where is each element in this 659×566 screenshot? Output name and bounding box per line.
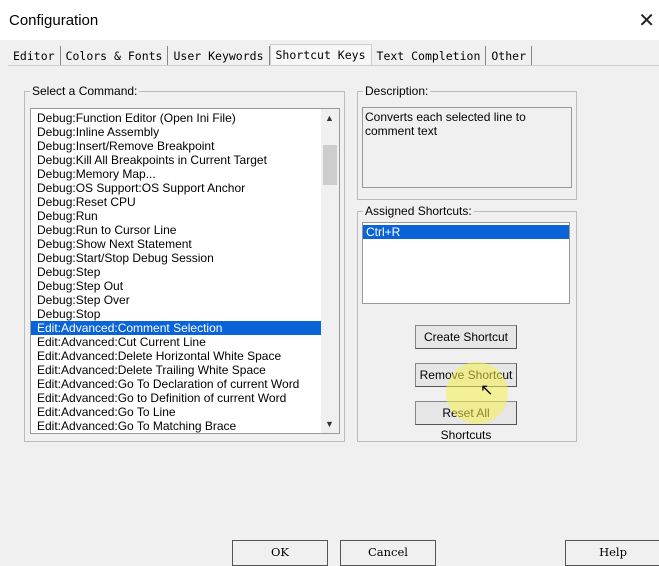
- close-icon[interactable]: ✕: [638, 8, 655, 33]
- tab-editor[interactable]: Editor: [8, 46, 61, 66]
- list-item[interactable]: Debug:Step Over: [31, 293, 321, 307]
- scroll-thumb[interactable]: [323, 145, 337, 185]
- assigned-label: Assigned Shortcuts:: [365, 204, 472, 218]
- cursor-icon: ↖: [480, 382, 494, 399]
- command-list[interactable]: Debug:Function Editor (Open Ini File) Deb…: [30, 108, 340, 434]
- list-item[interactable]: Edit:Advanced:Delete Horizontal White Sp…: [31, 349, 321, 363]
- list-item[interactable]: Edit:Advanced:Comment Selection: [31, 321, 321, 335]
- list-item[interactable]: Debug:Memory Map...: [31, 167, 321, 181]
- ok-button[interactable]: OK: [232, 540, 328, 566]
- list-item[interactable]: Debug:Run to Cursor Line: [31, 223, 321, 237]
- window-title: Configuration: [9, 12, 99, 29]
- create-shortcut-button[interactable]: Create Shortcut: [415, 325, 517, 349]
- list-item[interactable]: Debug:OS Support:OS Support Anchor: [31, 181, 321, 195]
- list-item[interactable]: Edit:Advanced:Go To Matching Brace: [31, 419, 321, 433]
- list-item[interactable]: Debug:Start/Stop Debug Session: [31, 251, 321, 265]
- assigned-list[interactable]: Ctrl+R: [362, 222, 570, 304]
- list-item[interactable]: Debug:Show Next Statement: [31, 237, 321, 251]
- tab-colors-fonts[interactable]: Colors & Fonts: [61, 46, 169, 66]
- scroll-up-icon[interactable]: ▲: [325, 113, 334, 123]
- tab-text-completion[interactable]: Text Completion: [372, 46, 487, 66]
- cursor-highlight: [446, 362, 508, 424]
- list-item[interactable]: Edit:Advanced:Go to Definition of curren…: [31, 391, 321, 405]
- description-text: Converts each selected line to comment t…: [362, 107, 572, 188]
- list-item[interactable]: Edit:Advanced:Go To Declaration of curre…: [31, 377, 321, 391]
- list-item[interactable]: Debug:Insert/Remove Breakpoint: [31, 139, 321, 153]
- scroll-down-icon[interactable]: ▼: [325, 419, 334, 429]
- tab-bar: Editor Colors & Fonts User Keywords Shortcu…: [8, 44, 532, 66]
- list-item[interactable]: Debug:Function Editor (Open Ini File): [31, 111, 321, 125]
- list-item[interactable]: Ctrl+R: [363, 225, 569, 239]
- list-item[interactable]: Debug:Step Out: [31, 279, 321, 293]
- list-item[interactable]: Debug:Run: [31, 209, 321, 223]
- help-button[interactable]: Help: [565, 540, 659, 566]
- list-item[interactable]: Debug:Stop: [31, 307, 321, 321]
- list-item[interactable]: Edit:Advanced:Cut Current Line: [31, 335, 321, 349]
- list-item[interactable]: Debug:Reset CPU: [31, 195, 321, 209]
- tab-shortcut-keys[interactable]: Shortcut Keys: [269, 44, 372, 66]
- list-item[interactable]: Edit:Advanced:Delete Trailing White Spac…: [31, 363, 321, 377]
- title-bar: Configuration ✕: [0, 0, 659, 40]
- list-item[interactable]: Edit:Advanced:Go To Line: [31, 405, 321, 419]
- command-group-label: Select a Command:: [32, 84, 138, 98]
- description-label: Description:: [365, 84, 429, 98]
- list-item[interactable]: Debug:Kill All Breakpoints in Current Ta…: [31, 153, 321, 167]
- tab-other[interactable]: Other: [486, 46, 532, 66]
- list-item[interactable]: Debug:Step: [31, 265, 321, 279]
- list-item[interactable]: Debug:Inline Assembly: [31, 125, 321, 139]
- cancel-button[interactable]: Cancel: [340, 540, 436, 566]
- tab-user-keywords[interactable]: User Keywords: [168, 46, 270, 66]
- scrollbar[interactable]: ▲ ▼: [321, 109, 339, 433]
